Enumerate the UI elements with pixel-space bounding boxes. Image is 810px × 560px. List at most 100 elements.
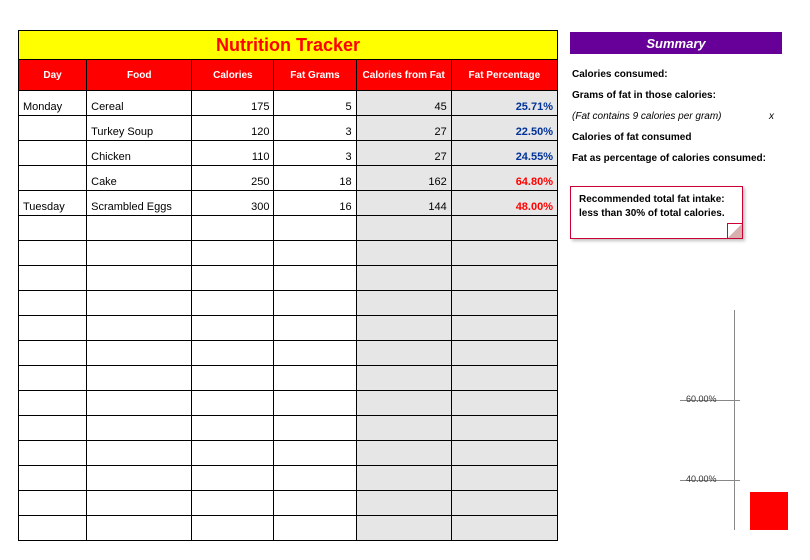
cell-fat-grams[interactable] xyxy=(274,366,356,391)
cell-fat-percentage[interactable]: 25.71% xyxy=(451,91,557,116)
cell-day[interactable] xyxy=(19,141,87,166)
cell-fat-grams[interactable]: 3 xyxy=(274,116,356,141)
cell-food[interactable] xyxy=(87,466,192,491)
cell-food[interactable]: Chicken xyxy=(87,141,192,166)
cell-calories[interactable] xyxy=(192,491,274,516)
cell-day[interactable] xyxy=(19,366,87,391)
cell-calories[interactable] xyxy=(192,266,274,291)
cell-calories-from-fat[interactable] xyxy=(356,516,451,541)
cell-calories-from-fat[interactable] xyxy=(356,366,451,391)
cell-fat-grams[interactable] xyxy=(274,466,356,491)
cell-fat-percentage[interactable] xyxy=(451,416,557,441)
cell-fat-grams[interactable] xyxy=(274,241,356,266)
cell-food[interactable] xyxy=(87,366,192,391)
cell-day[interactable] xyxy=(19,441,87,466)
cell-calories[interactable]: 175 xyxy=(192,91,274,116)
cell-fat-percentage[interactable] xyxy=(451,316,557,341)
cell-calories-from-fat[interactable] xyxy=(356,441,451,466)
cell-day[interactable]: Monday xyxy=(19,91,87,116)
cell-day[interactable] xyxy=(19,166,87,191)
cell-calories[interactable] xyxy=(192,216,274,241)
cell-calories[interactable] xyxy=(192,366,274,391)
cell-food[interactable] xyxy=(87,491,192,516)
cell-calories[interactable] xyxy=(192,241,274,266)
cell-calories[interactable] xyxy=(192,316,274,341)
cell-fat-percentage[interactable]: 64.80% xyxy=(451,166,557,191)
cell-calories-from-fat[interactable] xyxy=(356,341,451,366)
cell-calories-from-fat[interactable] xyxy=(356,241,451,266)
cell-fat-grams[interactable] xyxy=(274,316,356,341)
cell-food[interactable] xyxy=(87,266,192,291)
cell-fat-grams[interactable] xyxy=(274,391,356,416)
cell-fat-percentage[interactable] xyxy=(451,466,557,491)
cell-fat-percentage[interactable] xyxy=(451,266,557,291)
cell-calories-from-fat[interactable] xyxy=(356,291,451,316)
cell-fat-percentage[interactable] xyxy=(451,216,557,241)
cell-food[interactable] xyxy=(87,441,192,466)
cell-day[interactable] xyxy=(19,516,87,541)
cell-day[interactable]: Tuesday xyxy=(19,191,87,216)
cell-calories-from-fat[interactable] xyxy=(356,316,451,341)
cell-food[interactable] xyxy=(87,216,192,241)
cell-day[interactable] xyxy=(19,341,87,366)
cell-day[interactable] xyxy=(19,241,87,266)
cell-fat-percentage[interactable] xyxy=(451,391,557,416)
cell-food[interactable]: Cake xyxy=(87,166,192,191)
cell-day[interactable] xyxy=(19,316,87,341)
cell-fat-grams[interactable] xyxy=(274,491,356,516)
cell-calories[interactable]: 110 xyxy=(192,141,274,166)
cell-fat-percentage[interactable] xyxy=(451,366,557,391)
cell-day[interactable] xyxy=(19,116,87,141)
cell-day[interactable] xyxy=(19,416,87,441)
cell-fat-grams[interactable]: 18 xyxy=(274,166,356,191)
cell-calories[interactable]: 250 xyxy=(192,166,274,191)
cell-fat-percentage[interactable]: 48.00% xyxy=(451,191,557,216)
cell-fat-grams[interactable]: 16 xyxy=(274,191,356,216)
cell-fat-percentage[interactable] xyxy=(451,341,557,366)
cell-calories-from-fat[interactable]: 162 xyxy=(356,166,451,191)
cell-fat-grams[interactable] xyxy=(274,216,356,241)
cell-day[interactable] xyxy=(19,491,87,516)
cell-calories[interactable] xyxy=(192,441,274,466)
cell-fat-percentage[interactable] xyxy=(451,441,557,466)
cell-fat-grams[interactable] xyxy=(274,266,356,291)
cell-calories[interactable] xyxy=(192,291,274,316)
cell-food[interactable]: Turkey Soup xyxy=(87,116,192,141)
cell-calories[interactable] xyxy=(192,516,274,541)
cell-food[interactable] xyxy=(87,341,192,366)
cell-calories-from-fat[interactable]: 27 xyxy=(356,116,451,141)
cell-fat-percentage[interactable] xyxy=(451,291,557,316)
cell-day[interactable] xyxy=(19,291,87,316)
cell-calories-from-fat[interactable]: 27 xyxy=(356,141,451,166)
cell-calories-from-fat[interactable] xyxy=(356,266,451,291)
cell-fat-grams[interactable] xyxy=(274,516,356,541)
cell-calories[interactable] xyxy=(192,466,274,491)
cell-calories-from-fat[interactable] xyxy=(356,466,451,491)
cell-food[interactable] xyxy=(87,516,192,541)
cell-fat-percentage[interactable]: 22.50% xyxy=(451,116,557,141)
cell-food[interactable]: Scrambled Eggs xyxy=(87,191,192,216)
cell-calories[interactable] xyxy=(192,391,274,416)
cell-fat-grams[interactable]: 5 xyxy=(274,91,356,116)
cell-fat-percentage[interactable] xyxy=(451,241,557,266)
cell-food[interactable] xyxy=(87,416,192,441)
cell-fat-percentage[interactable] xyxy=(451,491,557,516)
cell-calories-from-fat[interactable] xyxy=(356,491,451,516)
cell-fat-grams[interactable] xyxy=(274,341,356,366)
cell-calories[interactable] xyxy=(192,416,274,441)
cell-food[interactable] xyxy=(87,241,192,266)
cell-fat-grams[interactable] xyxy=(274,291,356,316)
cell-fat-grams[interactable] xyxy=(274,416,356,441)
cell-day[interactable] xyxy=(19,391,87,416)
cell-day[interactable] xyxy=(19,466,87,491)
cell-food[interactable] xyxy=(87,391,192,416)
cell-fat-percentage[interactable] xyxy=(451,516,557,541)
cell-food[interactable]: Cereal xyxy=(87,91,192,116)
cell-fat-grams[interactable] xyxy=(274,441,356,466)
cell-fat-grams[interactable]: 3 xyxy=(274,141,356,166)
cell-calories-from-fat[interactable] xyxy=(356,391,451,416)
cell-calories[interactable] xyxy=(192,341,274,366)
cell-calories-from-fat[interactable] xyxy=(356,416,451,441)
cell-fat-percentage[interactable]: 24.55% xyxy=(451,141,557,166)
cell-day[interactable] xyxy=(19,266,87,291)
